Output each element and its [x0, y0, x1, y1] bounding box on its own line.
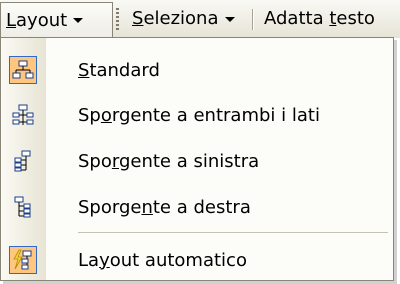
toolbar-grip[interactable] — [116, 8, 119, 30]
menu-item-label: Sporgente a entrambi i lati — [78, 104, 320, 126]
org-chart-toolbar-with-layout-menu: Layout Seleziona Adatta testo Standard S… — [0, 0, 400, 284]
org-chart-left-hanging-icon — [9, 147, 37, 175]
menu-item-left-hanging[interactable]: Sporgente a sinistra — [1, 139, 393, 183]
menu-item-auto-layout[interactable]: Layout automatico — [1, 238, 393, 282]
org-chart-standard-icon — [9, 56, 37, 84]
menu-item-label: Sporgente a sinistra — [78, 150, 260, 172]
layout-button-label: Layout — [6, 9, 68, 31]
org-chart-right-hanging-icon — [9, 193, 37, 221]
menu-item-label: Sporgente a destra — [78, 196, 251, 218]
layout-menu-button[interactable]: Layout — [0, 2, 113, 38]
layout-dropdown-menu: Standard Sporgente a entrambi i lati Spo… — [0, 37, 394, 281]
chevron-down-icon — [224, 16, 235, 22]
menu-item-label: Standard — [78, 59, 160, 81]
menu-item-right-hanging[interactable]: Sporgente a destra — [1, 185, 393, 229]
seleziona-button-label: Seleziona — [132, 8, 219, 29]
menu-item-standard[interactable]: Standard — [1, 48, 393, 92]
menu-item-label: Layout automatico — [78, 249, 247, 271]
toolbar: Layout Seleziona Adatta testo — [0, 0, 400, 38]
menu-item-both-sides[interactable]: Sporgente a entrambi i lati — [1, 93, 393, 137]
toolbar-separator — [252, 9, 253, 30]
autolayout-icon — [9, 246, 37, 274]
seleziona-menu-button[interactable]: Seleziona — [132, 0, 235, 38]
org-chart-both-hanging-icon — [9, 101, 37, 129]
adatta-button-label: Adatta testo — [264, 8, 375, 29]
menu-separator — [78, 232, 388, 233]
adatta-testo-button[interactable]: Adatta testo — [264, 0, 375, 38]
chevron-down-icon — [73, 18, 84, 23]
